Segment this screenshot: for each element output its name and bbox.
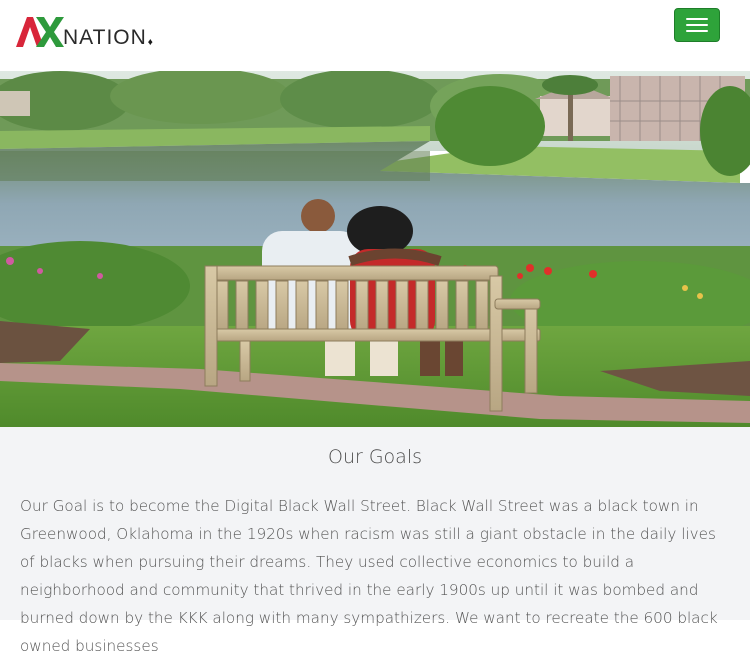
goals-heading: Our Goals — [327, 446, 423, 468]
hamburger-icon — [686, 18, 708, 20]
ax-nation-logo[interactable]: NATION ♦ — [16, 14, 153, 48]
goals-paragraph: Our Goal is to become the Digital Black … — [20, 496, 718, 655]
logo-wordmark: NATION — [63, 26, 147, 49]
hamburger-icon-bar — [686, 30, 708, 32]
goals-section: Our Goals Our Goal is to become the Digi… — [0, 427, 750, 655]
hamburger-icon-bar — [686, 24, 708, 26]
site-header: NATION ♦ — [0, 0, 750, 71]
maple-leaf-icon: ♦ — [147, 37, 153, 48]
ax-logo-mark-icon — [16, 17, 64, 47]
menu-toggle-button[interactable] — [674, 8, 720, 42]
hero-photo — [0, 71, 750, 427]
